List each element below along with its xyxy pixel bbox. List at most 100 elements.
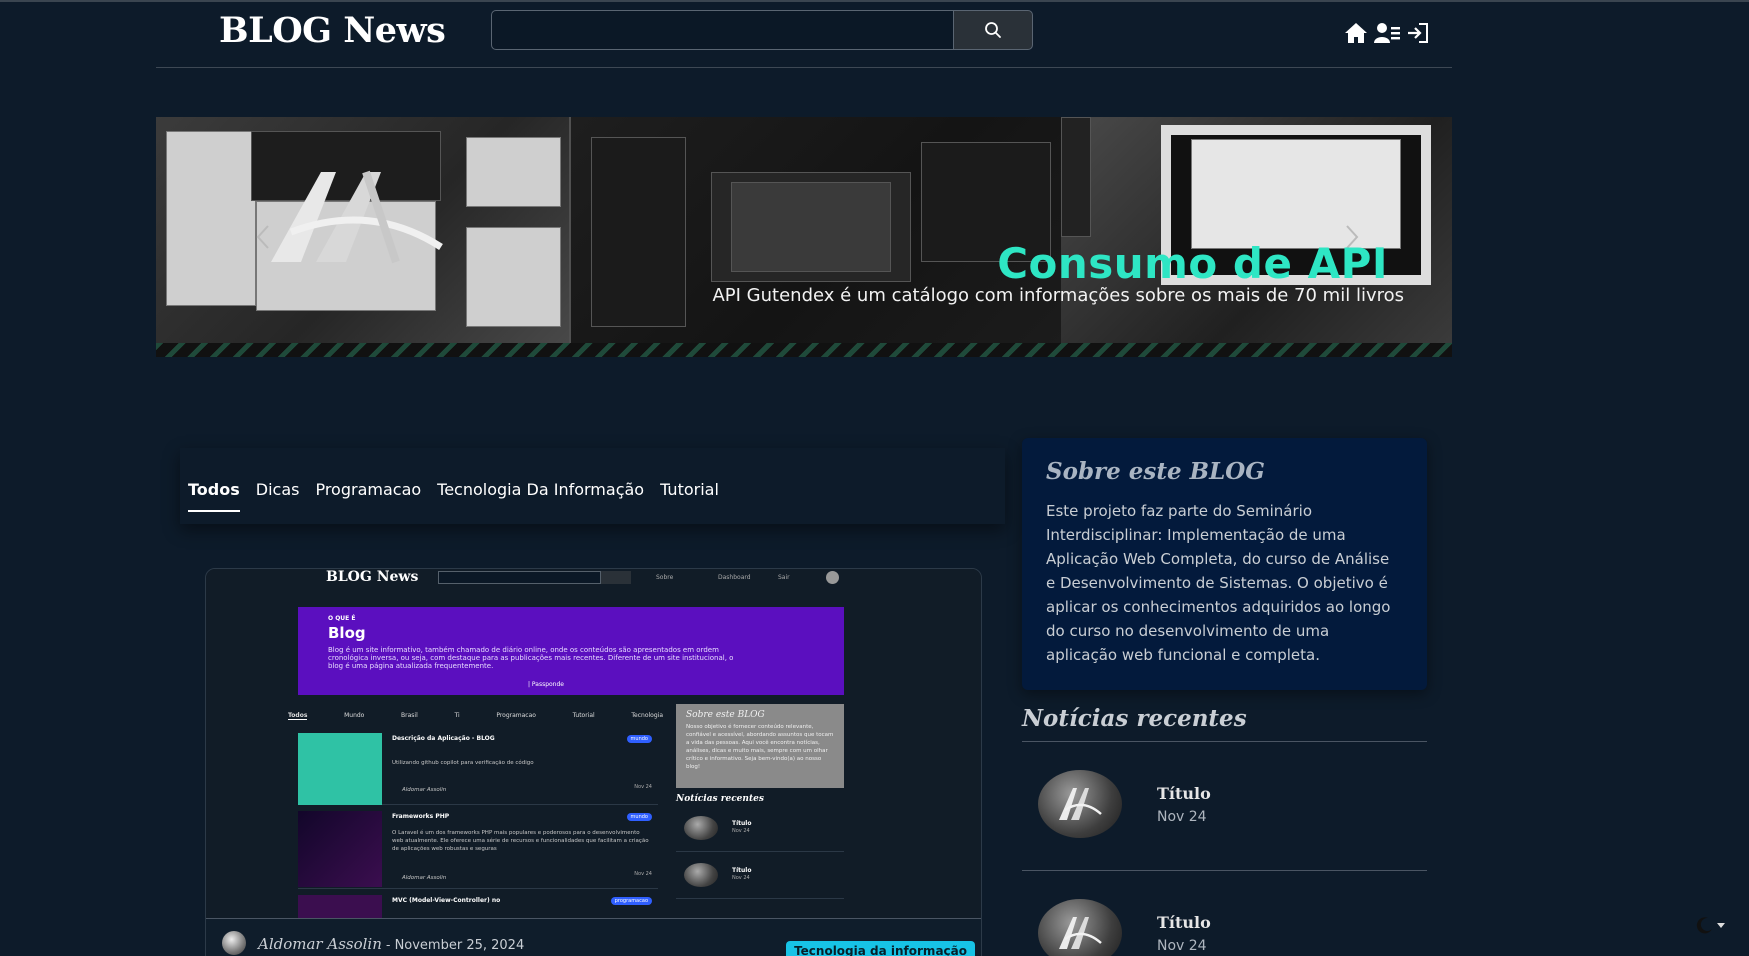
thumb-search-button bbox=[601, 571, 631, 584]
banner-title: Consumo de API bbox=[997, 239, 1388, 288]
recent-news-date: Nov 24 bbox=[1157, 938, 1207, 954]
recent-news-item[interactable]: Título Nov 24 bbox=[1022, 742, 1427, 871]
banner-panel-center bbox=[569, 117, 1061, 357]
search-input[interactable] bbox=[491, 10, 954, 50]
thumb-tab: Ti bbox=[454, 712, 460, 719]
tab-tutorial[interactable]: Tutorial bbox=[660, 480, 719, 512]
thumb-post-row: Descrição da Aplicação - BLOG mundo Util… bbox=[298, 729, 658, 805]
thumb-post-desc: O Laravel é um dos frameworks PHP mais p… bbox=[392, 830, 649, 852]
post-author[interactable]: Aldomar Assolin bbox=[258, 935, 382, 953]
thumb-post-title: MVC (Model-View-Controller) no bbox=[392, 897, 501, 904]
site-logo[interactable]: BLOG News bbox=[219, 10, 446, 51]
banner-subtitle: API Gutendex é um catálogo com informaçõ… bbox=[712, 285, 1404, 306]
recent-news-title-text: Título bbox=[1157, 913, 1211, 932]
about-blog-box: Sobre este BLOG Este projeto faz parte d… bbox=[1022, 438, 1427, 690]
banner-panel-left bbox=[156, 117, 569, 357]
search-icon bbox=[985, 22, 1001, 38]
category-tabs: Todos Dicas Programacao Tecnologia Da In… bbox=[180, 448, 1005, 524]
search-button[interactable] bbox=[953, 10, 1033, 50]
thumb-hero-title: Blog bbox=[328, 624, 366, 642]
thumb-hero-brand: | Passponde bbox=[528, 681, 564, 688]
thumb-post-image bbox=[298, 733, 382, 805]
chevron-left-icon bbox=[256, 225, 269, 249]
thumb-tab: Brasil bbox=[401, 712, 418, 719]
thumb-nav-sobre: Sobre bbox=[656, 574, 674, 581]
thumb-recent-title: Título bbox=[732, 867, 752, 874]
thumb-recent-item: Título Nov 24 bbox=[676, 853, 844, 899]
post-thumbnail[interactable]: BLOG News Sobre Dashboard Sair O QUE É B… bbox=[206, 569, 981, 919]
aa-logo-icon bbox=[1059, 917, 1102, 949]
thumb-post-row: Frameworks PHP mundo O Laravel é um dos … bbox=[298, 807, 658, 889]
recent-news-avatar bbox=[1038, 770, 1122, 838]
thumb-post-title: Frameworks PHP bbox=[392, 813, 450, 820]
thumb-post-tag: programacao bbox=[610, 897, 652, 905]
thumb-post-image bbox=[298, 811, 382, 887]
thumb-hero-text: Blog é um site informativo, também chama… bbox=[328, 646, 734, 670]
recent-news-title-text: Título bbox=[1157, 784, 1211, 803]
thumb-post-tag: mundo bbox=[626, 735, 652, 743]
post-category-badge[interactable]: Tecnologia da informação bbox=[786, 941, 975, 956]
thumb-recent-avatar bbox=[684, 816, 718, 840]
about-text: Este projeto faz parte do Seminário Inte… bbox=[1046, 502, 1391, 664]
banner-panel-right bbox=[1061, 117, 1452, 357]
recent-news-title: Notícias recentes bbox=[1022, 705, 1427, 742]
carousel-prev-button[interactable] bbox=[248, 217, 278, 257]
thumb-tab: Todos bbox=[288, 712, 308, 720]
moon-icon bbox=[1696, 917, 1712, 934]
user-card-icon[interactable] bbox=[1374, 22, 1400, 44]
thumb-about-box: Sobre este BLOG Nosso objetivo é fornece… bbox=[676, 704, 844, 788]
thumb-post-image bbox=[298, 895, 382, 919]
thumb-post-author: Aldomar Assolin bbox=[402, 875, 447, 881]
home-icon[interactable] bbox=[1344, 22, 1368, 44]
thumb-recent-title: Notícias recentes bbox=[676, 794, 764, 804]
tab-dicas[interactable]: Dicas bbox=[256, 480, 300, 512]
tab-tecnologia[interactable]: Tecnologia Da Informação bbox=[437, 480, 644, 512]
sign-in-icon[interactable] bbox=[1406, 22, 1430, 44]
thumb-post-desc: Utilizando github copilot para verificaç… bbox=[392, 760, 534, 766]
thumb-search bbox=[438, 571, 601, 584]
thumb-hero: O QUE É Blog Blog é um site informativo,… bbox=[298, 607, 844, 695]
caret-down-icon bbox=[1717, 922, 1725, 928]
thumb-tab: Tecnologia bbox=[631, 712, 663, 719]
tab-todos[interactable]: Todos bbox=[188, 480, 240, 512]
thumb-recent-date: Nov 24 bbox=[732, 828, 750, 834]
site-header: BLOG News bbox=[156, 2, 1452, 68]
theme-toggle-button[interactable] bbox=[1696, 916, 1725, 934]
author-avatar bbox=[222, 931, 246, 955]
post-footer: Aldomar Assolin - November 25, 2024 Tecn… bbox=[206, 918, 981, 956]
post-separator: - bbox=[381, 938, 395, 953]
recent-news-avatar bbox=[1038, 899, 1122, 956]
aa-logo-icon bbox=[1059, 788, 1102, 820]
post-card[interactable]: BLOG News Sobre Dashboard Sair O QUE É B… bbox=[205, 568, 982, 956]
post-date: November 25, 2024 bbox=[394, 938, 525, 953]
thumb-post-title: Descrição da Aplicação - BLOG bbox=[392, 735, 495, 742]
thumb-recent-title: Título bbox=[732, 820, 752, 827]
thumbnail-screenshot: BLOG News Sobre Dashboard Sair O QUE É B… bbox=[288, 569, 878, 919]
thumb-tabs: Todos Mundo Brasil Ti Programacao Tutori… bbox=[288, 712, 663, 720]
recent-news-date: Nov 24 bbox=[1157, 809, 1207, 825]
thumb-tab: Mundo bbox=[344, 712, 365, 719]
about-title: Sobre este BLOG bbox=[1046, 458, 1265, 485]
post-meta: Aldomar Assolin - November 25, 2024 bbox=[258, 935, 524, 953]
thumb-recent-date: Nov 24 bbox=[732, 875, 750, 881]
thumb-hero-kicker: O QUE É bbox=[328, 615, 356, 622]
thumb-post-author: Aldomar Assolin bbox=[402, 787, 447, 793]
thumb-recent-item: Título Nov 24 bbox=[676, 806, 844, 852]
banner-stripes bbox=[156, 343, 1452, 357]
thumb-tab: Programacao bbox=[496, 712, 536, 719]
thumb-nav-sair: Sair bbox=[778, 574, 790, 581]
thumb-avatar bbox=[826, 571, 839, 584]
recent-news-item[interactable]: Título Nov 24 bbox=[1022, 871, 1427, 956]
aa-logo-icon bbox=[261, 162, 461, 276]
thumb-logo: BLOG News bbox=[326, 569, 419, 585]
thumb-nav-dashboard: Dashboard bbox=[718, 574, 751, 581]
thumb-post-row: MVC (Model-View-Controller) no programac… bbox=[298, 891, 658, 919]
hero-carousel: Consumo de API API Gutendex é um catálog… bbox=[156, 117, 1452, 357]
tab-programacao[interactable]: Programacao bbox=[315, 480, 421, 512]
thumb-tab: Tutorial bbox=[572, 712, 595, 719]
thumb-post-tag: mundo bbox=[626, 813, 652, 821]
thumb-about-title: Sobre este BLOG bbox=[686, 710, 765, 720]
thumb-about-text: Nosso objetivo é fornecer conteúdo relev… bbox=[686, 724, 834, 770]
thumb-post-date: Nov 24 bbox=[634, 784, 652, 790]
thumb-post-date: Nov 24 bbox=[634, 871, 652, 877]
